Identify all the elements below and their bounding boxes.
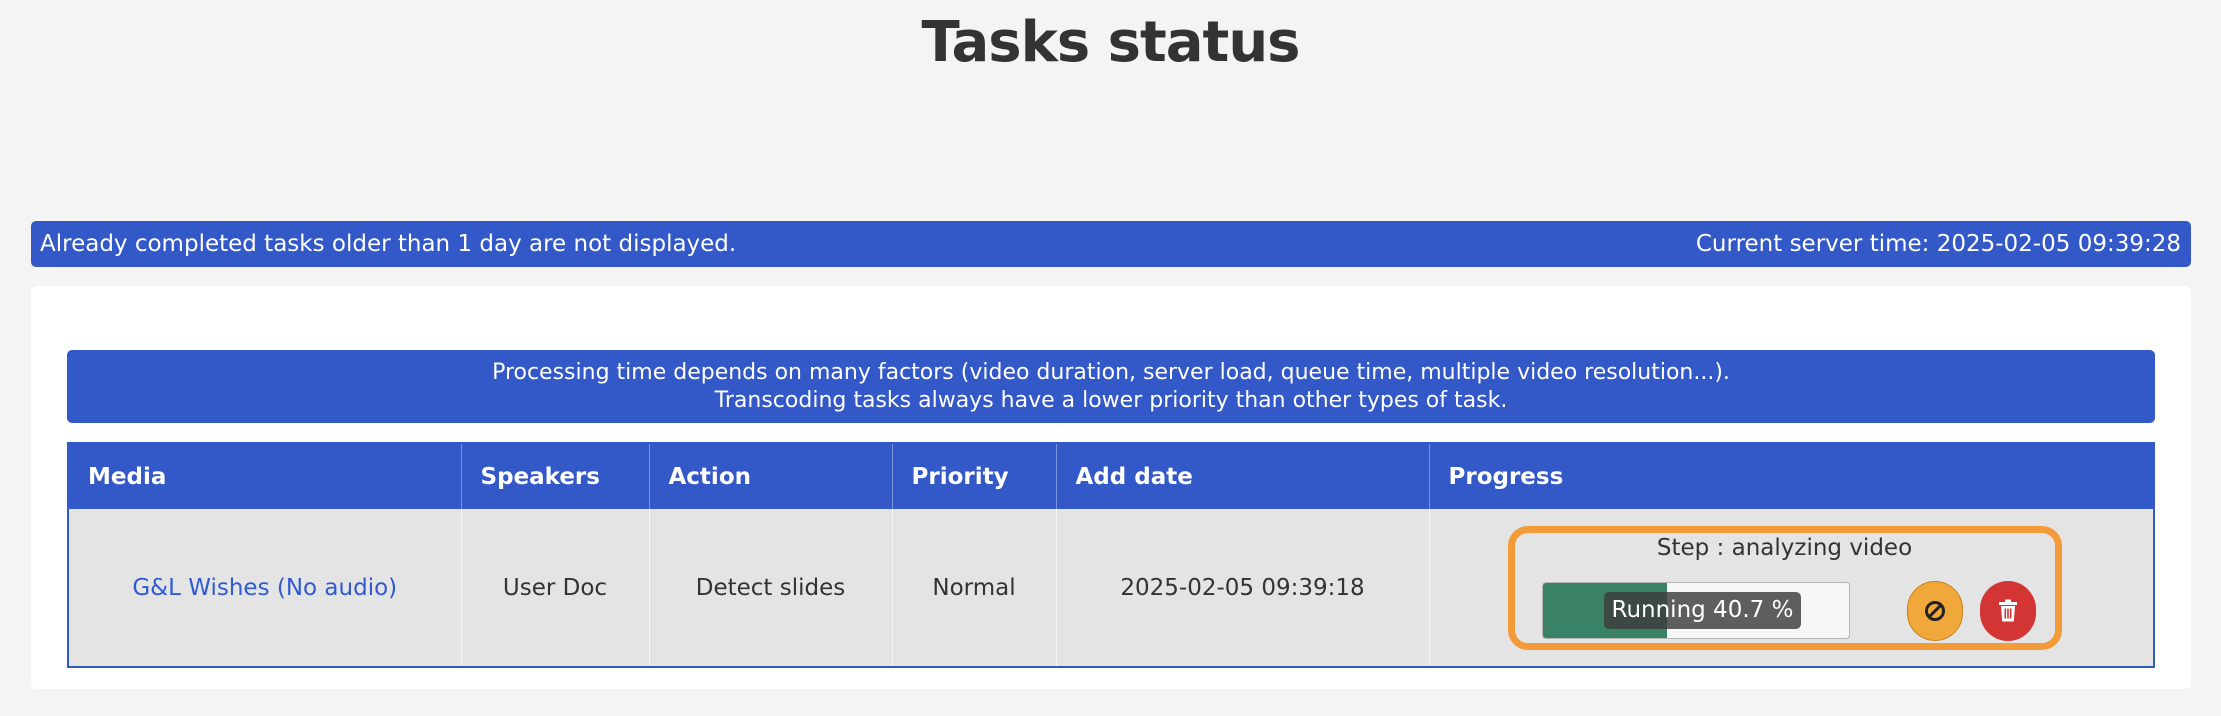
cancel-task-button[interactable] (1906, 580, 1963, 641)
delete-task-button[interactable] (1979, 580, 2036, 641)
progress-cell: Step : analyzing video Running 40.7 % (1429, 509, 2154, 667)
cancel-icon (1924, 600, 1945, 621)
task-progress-box: Step : analyzing video Running 40.7 % (1507, 525, 2062, 650)
media-link[interactable]: G&L Wishes (No audio) (132, 575, 397, 601)
column-header-speakers[interactable]: Speakers (461, 443, 650, 509)
progress-label: Running 40.7 % (1603, 591, 1802, 629)
priority-cell: Normal (892, 509, 1057, 667)
processing-notice: Processing time depends on many factors … (67, 350, 2155, 423)
progress-bar: Running 40.7 % (1541, 581, 1850, 639)
completed-tasks-notice: Already completed tasks older than 1 day… (40, 231, 737, 257)
column-header-add-date[interactable]: Add date (1056, 443, 1430, 509)
step-label: Step : analyzing video (1656, 534, 1913, 561)
page-title: Tasks status (921, 10, 1300, 75)
column-header-action[interactable]: Action (649, 443, 893, 509)
processing-notice-line2: Transcoding tasks always have a lower pr… (714, 388, 1508, 413)
info-bar: Already completed tasks older than 1 day… (31, 221, 2191, 267)
table-header-row: Media Speakers Action Priority Add date … (68, 443, 2154, 509)
tasks-table: Media Speakers Action Priority Add date … (67, 442, 2155, 668)
column-header-media[interactable]: Media (68, 443, 462, 509)
speakers-cell: User Doc (461, 509, 650, 667)
table-row: G&L Wishes (No audio) User Doc Detect sl… (68, 509, 2154, 667)
server-time: Current server time: 2025-02-05 09:39:28 (1695, 231, 2181, 257)
column-header-progress[interactable]: Progress (1429, 443, 2154, 509)
action-cell: Detect slides (649, 509, 893, 667)
add-date-cell: 2025-02-05 09:39:18 (1056, 509, 1430, 667)
processing-notice-line1: Processing time depends on many factors … (492, 360, 1730, 385)
media-cell: G&L Wishes (No audio) (68, 509, 462, 667)
trash-icon (1998, 599, 2017, 621)
column-header-priority[interactable]: Priority (892, 443, 1057, 509)
